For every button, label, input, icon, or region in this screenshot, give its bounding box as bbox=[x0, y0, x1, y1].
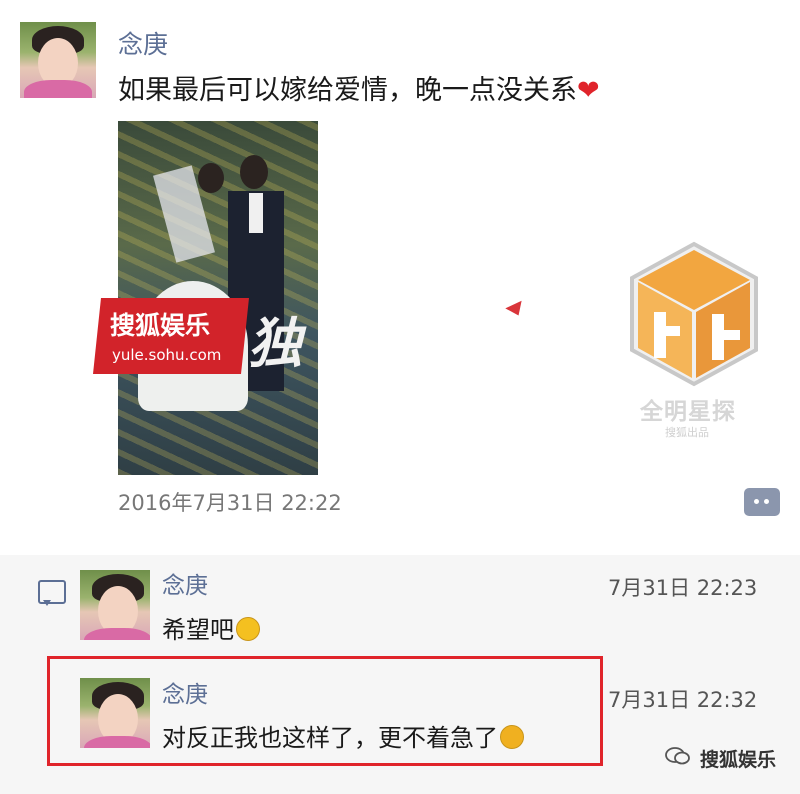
exclusive-mark: 独 bbox=[248, 312, 302, 375]
sohu-badge-url: yule.sohu.com bbox=[112, 346, 222, 364]
comment-avatar[interactable] bbox=[80, 570, 150, 640]
comment-time: 7月31日 22:32 bbox=[608, 688, 758, 712]
heart-icon: ❤ bbox=[577, 75, 600, 106]
comment-text: 对反正我也这样了，更不着急了 bbox=[162, 718, 524, 753]
watermark-sub: 搜狐出品 bbox=[665, 426, 709, 439]
comment-time: 7月31日 22:23 bbox=[608, 576, 758, 600]
cube-logo-icon bbox=[630, 241, 758, 387]
comment-body: 对反正我也这样了，更不着急了 bbox=[162, 724, 498, 752]
sohu-badge-title: 搜狐娱乐 bbox=[110, 311, 211, 340]
comment-avatar[interactable] bbox=[80, 678, 150, 748]
wechat-icon bbox=[665, 747, 690, 765]
post-text: 如果最后可以嫁给爱情，晚一点没关系❤ bbox=[118, 68, 600, 107]
comment-bubble-icon bbox=[38, 580, 66, 606]
comment-body: 希望吧 bbox=[162, 616, 234, 644]
post-avatar[interactable] bbox=[20, 22, 96, 98]
post-timestamp: 2016年7月31日 22:22 bbox=[118, 491, 342, 515]
comment-text: 希望吧 bbox=[162, 610, 260, 645]
smile-emoji-icon bbox=[236, 617, 260, 641]
post-author[interactable]: 念庚 bbox=[118, 25, 168, 61]
watermark-label: 全明星探 bbox=[640, 399, 736, 425]
triangle-mark-icon bbox=[505, 300, 527, 320]
moment-post: 念庚 如果最后可以嫁给爱情，晚一点没关系❤ 独 搜狐娱乐 yule.sohu.c… bbox=[0, 0, 800, 555]
footer-brand: 搜狐娱乐 bbox=[700, 749, 777, 771]
comment-author[interactable]: 念庚 bbox=[162, 675, 208, 709]
smirk-emoji-icon bbox=[500, 725, 524, 749]
comment-button[interactable] bbox=[744, 488, 780, 516]
comment-author[interactable]: 念庚 bbox=[162, 566, 208, 600]
post-text-body: 如果最后可以嫁给爱情，晚一点没关系 bbox=[118, 75, 577, 106]
